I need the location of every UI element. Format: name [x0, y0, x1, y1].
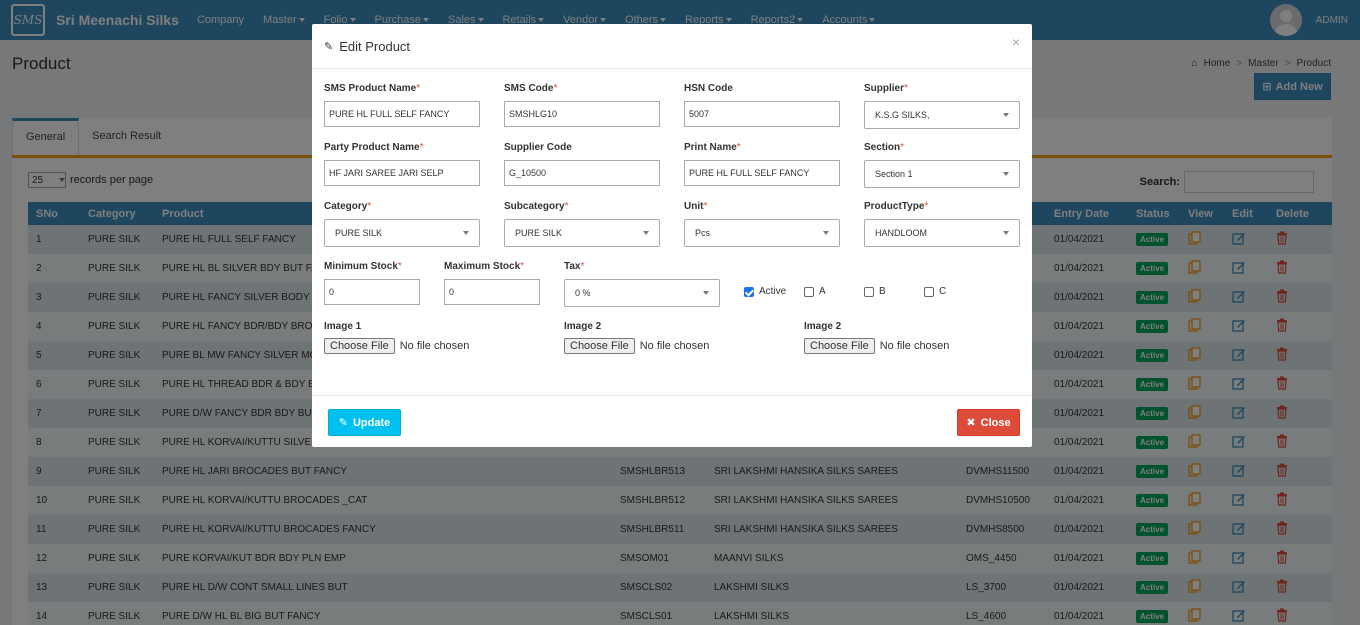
image3-choose-file-button[interactable]: Choose File	[804, 338, 875, 354]
sms-product-name-input[interactable]: PURE HL FULL SELF FANCY	[324, 101, 480, 127]
chevron-down-icon	[703, 291, 709, 295]
image3-file-status: No file chosen	[879, 340, 950, 352]
supplier-code-input[interactable]: G_10500	[504, 160, 660, 186]
maximum-stock-label: Maximum Stock*	[444, 261, 525, 272]
category-label: Category*	[324, 201, 372, 212]
chevron-down-icon	[1003, 113, 1009, 117]
subcategory-value: PURE SILK	[515, 228, 563, 238]
b-checkbox[interactable]: B	[864, 286, 886, 297]
c-checkbox[interactable]: C	[924, 286, 946, 297]
unit-select[interactable]: Pcs	[684, 219, 840, 247]
supplier-select[interactable]: K.S.G SILKS,	[864, 101, 1020, 129]
section-label: Section*	[864, 142, 905, 153]
category-value: PURE SILK	[335, 228, 383, 238]
modal-title: Edit Product	[339, 38, 411, 54]
checkbox-icon[interactable]	[864, 286, 874, 297]
chevron-down-icon	[1003, 172, 1009, 176]
update-button[interactable]: ✎ Update	[328, 409, 401, 436]
product-type-label: ProductType*	[864, 201, 929, 212]
product-type-value: HANDLOOM	[875, 228, 928, 238]
close-label: Close	[980, 416, 1011, 429]
image1-label: Image 1	[324, 321, 362, 332]
active-checkbox[interactable]: Active	[744, 286, 786, 297]
section-select[interactable]: Section 1	[864, 160, 1020, 188]
hsn-code-label: HSN Code	[684, 83, 733, 94]
image2-file-status: No file chosen	[639, 340, 710, 352]
unit-label: Unit*	[684, 201, 708, 212]
edit-product-modal: ✎ Edit Product × SMS Product Name* PURE …	[312, 24, 1032, 447]
print-name-label: Print Name*	[684, 142, 741, 153]
sms-code-label: SMS Code*	[504, 83, 558, 94]
image2-file-input[interactable]: Choose File No file chosen	[564, 338, 709, 354]
party-product-name-label: Party Product Name*	[324, 142, 424, 153]
image1-file-input[interactable]: Choose File No file chosen	[324, 338, 469, 354]
checkbox-checked-icon[interactable]	[744, 286, 754, 297]
sms-code-input[interactable]: SMSHLG10	[504, 101, 660, 127]
subcategory-label: Subcategory*	[504, 201, 569, 212]
product-type-select[interactable]: HANDLOOM	[864, 219, 1020, 247]
image2-choose-file-button[interactable]: Choose File	[564, 338, 635, 354]
minimum-stock-label: Minimum Stock*	[324, 261, 402, 272]
tax-select[interactable]: 0 %	[564, 279, 720, 307]
close-button[interactable]: ✖ Close	[957, 409, 1020, 436]
chevron-down-icon	[1003, 231, 1009, 235]
chevron-down-icon	[463, 231, 469, 235]
a-checkbox[interactable]: A	[804, 286, 826, 297]
b-checkbox-label: B	[879, 286, 886, 297]
image1-file-status: No file chosen	[399, 340, 470, 352]
chevron-down-icon	[823, 231, 829, 235]
unit-value: Pcs	[695, 228, 711, 238]
tax-label: Tax*	[564, 261, 585, 272]
checkbox-icon[interactable]	[924, 286, 934, 297]
edit-icon: ✎	[338, 417, 348, 429]
tax-value: 0 %	[575, 288, 591, 298]
image2-label: Image 2	[564, 321, 602, 332]
category-select[interactable]: PURE SILK	[324, 219, 480, 247]
hsn-code-input[interactable]: 5007	[684, 101, 840, 127]
pencil-icon: ✎	[324, 40, 334, 53]
supplier-code-label: Supplier Code	[504, 142, 572, 153]
close-icon[interactable]: ×	[1012, 34, 1020, 50]
update-label: Update	[352, 416, 391, 429]
active-checkbox-label: Active	[759, 286, 787, 297]
minimum-stock-input[interactable]: 0	[324, 279, 420, 305]
section-value: Section 1	[875, 169, 913, 179]
supplier-value: K.S.G SILKS,	[875, 110, 930, 120]
sms-product-name-label: SMS Product Name*	[324, 83, 421, 94]
modal-header: ✎ Edit Product	[312, 24, 1032, 69]
supplier-label: Supplier*	[864, 83, 908, 94]
chevron-down-icon	[643, 231, 649, 235]
print-name-input[interactable]: PURE HL FULL SELF FANCY	[684, 160, 840, 186]
subcategory-select[interactable]: PURE SILK	[504, 219, 660, 247]
c-checkbox-label: C	[939, 286, 947, 297]
modal-footer: ✎ Update ✖ Close	[312, 395, 1032, 447]
party-product-name-input[interactable]: HF JARI SAREE JARI SELP	[324, 160, 480, 186]
checkbox-icon[interactable]	[804, 286, 814, 297]
image3-file-input[interactable]: Choose File No file chosen	[804, 338, 949, 354]
maximum-stock-input[interactable]: 0	[444, 279, 540, 305]
a-checkbox-label: A	[819, 286, 826, 297]
image3-label: Image 2	[804, 321, 842, 332]
image1-choose-file-button[interactable]: Choose File	[324, 338, 395, 354]
close-icon: ✖	[966, 417, 976, 429]
